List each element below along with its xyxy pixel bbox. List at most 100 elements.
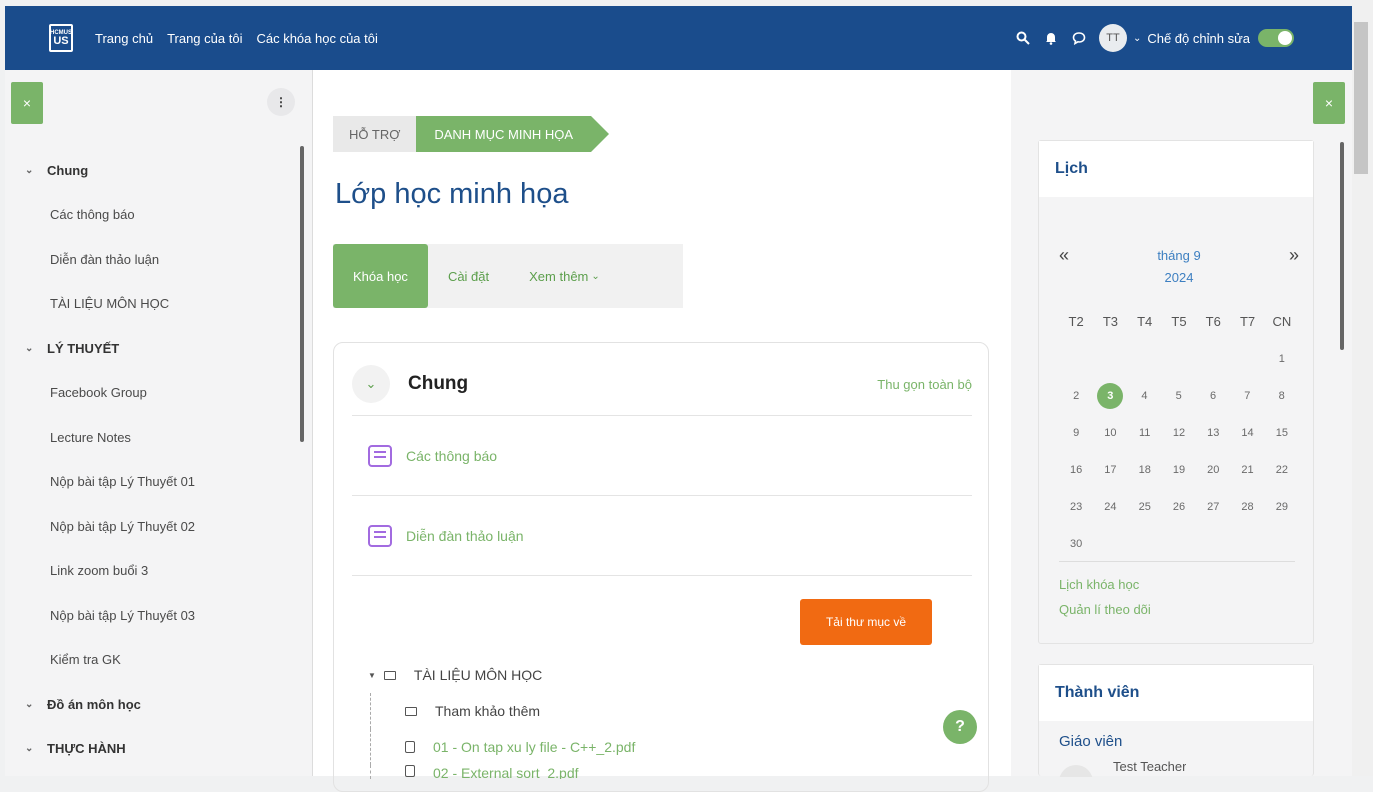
tab-more[interactable]: Xem thêm ⌄ (509, 244, 620, 308)
calendar-day[interactable]: 1 (1265, 353, 1299, 365)
nav-my-page[interactable]: Trang của tôi (167, 31, 242, 46)
calendar-day[interactable]: 28 (1230, 501, 1264, 513)
teacher-entry[interactable]: TT Test Teacher (1059, 759, 1186, 777)
item-label: Lecture Notes (50, 429, 131, 445)
chevron-down-icon[interactable]: ⌄ (25, 165, 41, 176)
activity-item[interactable]: Lecture Notes (25, 415, 295, 460)
more-options-icon[interactable]: ⋮ (267, 88, 295, 116)
collapse-all-link[interactable]: Thu gọn toàn bộ (877, 377, 972, 392)
file-row[interactable]: 02 - External sort_2.pdf (370, 765, 635, 779)
chevron-down-icon[interactable]: ⌄ (1133, 33, 1141, 44)
tab-settings[interactable]: Cài đặt (428, 244, 509, 308)
calendar-day[interactable]: 30 (1059, 538, 1093, 550)
calendar-day[interactable]: 21 (1230, 464, 1264, 476)
calendar-today[interactable]: 3 (1097, 382, 1124, 409)
tracking-management-link[interactable]: Quản lí theo dõi (1059, 597, 1295, 622)
blocks-scrollbar[interactable] (1340, 142, 1344, 350)
teacher-role-label: Giáo viên (1059, 733, 1123, 750)
calendar-day[interactable]: 10 (1093, 427, 1127, 439)
calendar-day[interactable]: 20 (1196, 464, 1230, 476)
section-item[interactable]: ⌄ Đồ án môn học (25, 682, 295, 727)
file-link[interactable]: 02 - External sort_2.pdf (433, 765, 579, 779)
file-row[interactable]: 01 - On tap xu ly file - C++_2.pdf (370, 729, 635, 765)
close-blocks-button[interactable]: × (1313, 82, 1345, 124)
divider (352, 575, 972, 576)
calendar-day[interactable]: 5 (1162, 390, 1196, 402)
chevron-down-icon[interactable]: ⌄ (25, 343, 41, 354)
folder-row[interactable]: ▼ TÀI LIỆU MÔN HỌC (368, 657, 635, 693)
user-avatar[interactable]: TT (1098, 24, 1127, 52)
calendar-title: Lịch (1039, 141, 1313, 197)
calendar-day[interactable]: 9 (1059, 427, 1093, 439)
subfolder-row[interactable]: Tham khảo thêm (370, 693, 635, 729)
weekday-label: T7 (1239, 314, 1256, 329)
chevron-down-icon[interactable]: ⌄ (25, 743, 41, 754)
activity-discussion-forum[interactable]: Diễn đàn thảo luận (352, 495, 972, 575)
calendar-day[interactable]: 2 (1059, 390, 1093, 402)
breadcrumb-item-category[interactable]: DANH MỤC MINH HỌA (416, 116, 609, 152)
calendar-day[interactable]: 4 (1127, 390, 1161, 402)
activity-item[interactable]: Diễn đàn thảo luận (25, 237, 295, 282)
help-button[interactable]: ? (943, 710, 977, 744)
nav-my-courses[interactable]: Các khóa học của tôi (256, 31, 377, 46)
calendar-day[interactable]: 18 (1128, 464, 1162, 476)
calendar-day[interactable]: 29 (1265, 501, 1299, 513)
site-logo[interactable]: HCMUS US (49, 24, 73, 52)
activity-item[interactable]: Kiểm tra GK (25, 638, 295, 683)
activity-item[interactable]: Nộp bài tập Lý Thuyết 01 (25, 460, 295, 505)
nav-home[interactable]: Trang chủ (95, 31, 153, 46)
activity-item[interactable]: Facebook Group (25, 371, 295, 416)
section-header: ⌄ Chung Thu gọn toàn bộ (352, 363, 972, 405)
calendar-day[interactable]: 7 (1230, 390, 1264, 402)
calendar-day[interactable]: 11 (1128, 427, 1162, 439)
activity-label[interactable]: Các thông báo (406, 448, 497, 464)
page-scrollbar-thumb[interactable] (1354, 22, 1368, 174)
teacher-name[interactable]: Test Teacher (1113, 759, 1186, 774)
activity-item[interactable]: Nộp bài tập Lý Thuyết 02 (25, 504, 295, 549)
activity-item[interactable]: Các thông báo (25, 193, 295, 238)
calendar-day[interactable]: 6 (1196, 390, 1230, 402)
activity-item[interactable]: Link zoom buổi 3 (25, 549, 295, 594)
calendar-day[interactable]: 25 (1128, 501, 1162, 513)
calendar-day[interactable]: 19 (1162, 464, 1196, 476)
calendar-day[interactable]: 26 (1162, 501, 1196, 513)
expand-triangle-icon[interactable]: ▼ (368, 671, 376, 680)
calendar-day[interactable]: 14 (1230, 427, 1264, 439)
activity-label[interactable]: Diễn đàn thảo luận (406, 528, 524, 544)
calendar-day[interactable]: 12 (1162, 427, 1196, 439)
prev-month-icon[interactable]: « (1059, 245, 1099, 266)
message-icon[interactable] (1065, 24, 1093, 52)
calendar-day[interactable]: 24 (1093, 501, 1127, 513)
collapse-section-button[interactable]: ⌄ (352, 365, 390, 403)
next-month-icon[interactable]: » (1259, 245, 1299, 266)
chevron-down-icon[interactable]: ⌄ (25, 699, 41, 710)
activity-item[interactable]: Nộp bài tập Lý Thuyết 03 (25, 593, 295, 638)
section-item[interactable]: ⌄ Chung (25, 148, 295, 193)
calendar-week: 1 (1059, 340, 1299, 377)
item-label: Chung (47, 162, 89, 178)
section-item[interactable]: ⌄ THỰC HÀNH (25, 727, 295, 772)
course-calendar-link[interactable]: Lịch khóa học (1059, 572, 1295, 597)
current-month[interactable]: tháng 9 2024 (1099, 245, 1259, 289)
download-folder-button[interactable]: Tải thư mục về (800, 599, 932, 645)
activity-item[interactable]: TÀI LIỆU MÔN HỌC (25, 282, 295, 327)
breadcrumb-item-support[interactable]: HỖ TRỢ (333, 116, 417, 152)
section-item[interactable]: ⌄ LÝ THUYẾT (25, 326, 295, 371)
calendar-day[interactable]: 16 (1059, 464, 1093, 476)
edit-mode-toggle[interactable] (1258, 29, 1294, 47)
file-icon (405, 765, 415, 777)
drawer-scrollbar[interactable] (300, 146, 304, 442)
calendar-day[interactable]: 23 (1059, 501, 1093, 513)
calendar-day[interactable]: 17 (1093, 464, 1127, 476)
bell-icon[interactable] (1037, 24, 1065, 52)
close-drawer-button[interactable]: × (11, 82, 43, 124)
calendar-day[interactable]: 22 (1265, 464, 1299, 476)
tab-course[interactable]: Khóa học (333, 244, 428, 308)
calendar-day[interactable]: 8 (1264, 390, 1298, 402)
search-icon[interactable] (1009, 24, 1037, 52)
calendar-day[interactable]: 15 (1265, 427, 1299, 439)
calendar-day[interactable]: 13 (1196, 427, 1230, 439)
calendar-day[interactable]: 27 (1196, 501, 1230, 513)
activity-announcements[interactable]: Các thông báo (352, 415, 972, 495)
file-link[interactable]: 01 - On tap xu ly file - C++_2.pdf (433, 739, 635, 755)
